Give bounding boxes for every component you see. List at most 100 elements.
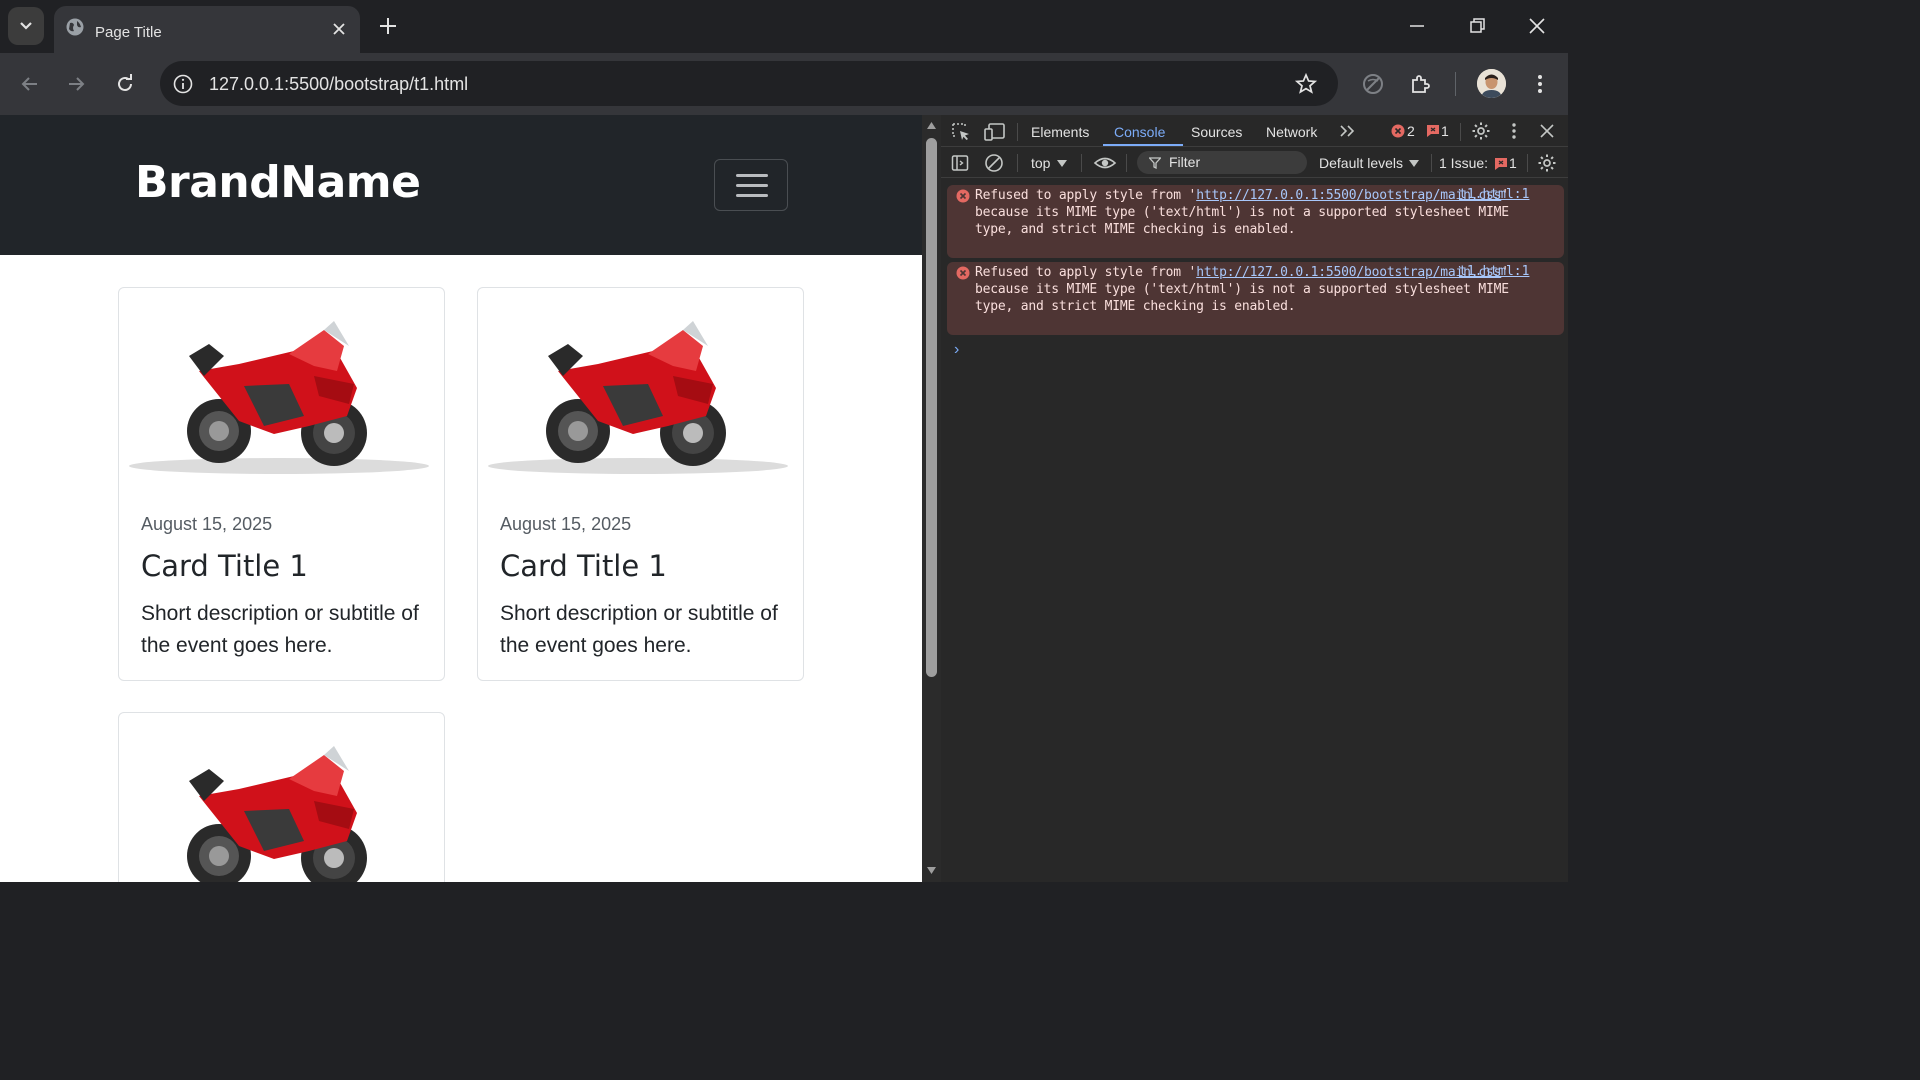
more-tabs-chevron-icon[interactable] — [1339, 124, 1355, 138]
issue-count-badge[interactable]: 1 — [1441, 123, 1449, 139]
issues-count[interactable]: 1 — [1509, 155, 1517, 171]
card-title: Card Title 1 — [141, 549, 308, 583]
toolbar-divider — [1431, 154, 1432, 172]
hamburger-line — [736, 184, 768, 187]
tab-search-button[interactable] — [8, 7, 44, 45]
extensions-puzzle-icon[interactable] — [1409, 72, 1433, 96]
extension-blocked-icon[interactable] — [1361, 72, 1385, 96]
error-text-prefix: Refused to apply style from ' — [975, 188, 1197, 203]
toolbar-divider — [1081, 154, 1082, 172]
issue-flag-icon[interactable] — [1495, 158, 1507, 170]
tab-elements[interactable]: Elements — [1031, 124, 1089, 140]
brand-logo[interactable]: BrandName — [135, 157, 421, 208]
error-icon[interactable] — [1391, 124, 1405, 138]
stylesheet-link[interactable]: http://127.0.0.1:5500/bootstrap/main.css — [1196, 188, 1501, 203]
card-description: Short description or subtitle of the eve… — [141, 602, 419, 657]
device-toolbar-icon[interactable] — [984, 122, 1006, 142]
toolbar-divider — [1126, 154, 1127, 172]
log-levels-dropdown[interactable]: Default levels — [1319, 155, 1403, 171]
context-selector[interactable]: top — [1031, 155, 1050, 171]
new-tab-icon[interactable] — [376, 14, 400, 38]
toolbar-divider — [1527, 154, 1528, 172]
forward-icon[interactable] — [64, 72, 88, 96]
motorcycle-image — [129, 321, 429, 474]
tab-sources[interactable]: Sources — [1191, 124, 1242, 140]
show-sidebar-icon[interactable] — [951, 154, 969, 172]
dropdown-arrow-icon[interactable] — [1409, 160, 1419, 167]
card-description: Short description or subtitle of the eve… — [500, 602, 778, 657]
tab-strip: Page Title — [0, 0, 1568, 53]
browser-toolbar: 127.0.0.1:5500/bootstrap/t1.html — [0, 53, 1568, 115]
filter-funnel-icon — [1149, 157, 1161, 169]
toolbar-divider — [1460, 123, 1461, 141]
browser-tab[interactable]: Page Title — [54, 6, 360, 53]
toolbar-divider — [1017, 123, 1018, 141]
back-icon[interactable] — [18, 72, 42, 96]
console-settings-gear-icon[interactable] — [1537, 153, 1557, 173]
event-card — [118, 712, 445, 882]
close-devtools-icon[interactable] — [1538, 122, 1556, 140]
url-text[interactable]: 127.0.0.1:5500/bootstrap/t1.html — [209, 74, 468, 95]
card-date: August 15, 2025 — [500, 514, 632, 534]
more-options-kebab-icon[interactable] — [1507, 121, 1521, 141]
stylesheet-link[interactable]: http://127.0.0.1:5500/bootstrap/main.css — [1196, 265, 1501, 280]
error-text-prefix: Refused to apply style from ' — [975, 265, 1197, 280]
event-card: August 15, 2025 Card Title 1 Short descr… — [477, 287, 804, 681]
inspect-element-icon[interactable] — [951, 122, 971, 142]
close-tab-icon[interactable] — [330, 20, 348, 38]
site-info-icon[interactable] — [172, 73, 194, 95]
error-text: Refused to apply style from 'http://127.… — [975, 187, 1535, 239]
settings-gear-icon[interactable] — [1471, 121, 1491, 141]
minimize-icon[interactable] — [1406, 14, 1428, 38]
console-prompt[interactable]: › — [954, 341, 959, 359]
scroll-down-arrow-icon[interactable] — [926, 866, 937, 876]
card-date: August 15, 2025 — [141, 514, 273, 534]
error-text: Refused to apply style from 'http://127.… — [975, 264, 1535, 316]
motorcycle-image — [488, 321, 788, 474]
toolbar-divider — [1455, 72, 1456, 96]
filter-placeholder: Filter — [1169, 154, 1201, 170]
tab-console[interactable]: Console — [1114, 124, 1165, 140]
profile-avatar[interactable] — [1477, 69, 1506, 98]
page-viewport: BrandName August 15, 2025 Card Title 1 S… — [0, 115, 922, 882]
source-location-link[interactable]: t1.html:1 — [1459, 187, 1529, 202]
restore-icon[interactable] — [1466, 14, 1488, 38]
console-error-message: Refused to apply style from 'http://127.… — [947, 185, 1564, 258]
event-card: August 15, 2025 Card Title 1 Short descr… — [118, 287, 445, 681]
close-window-icon[interactable] — [1526, 14, 1548, 38]
issue-flag-icon[interactable] — [1427, 125, 1439, 137]
scroll-up-arrow-icon[interactable] — [926, 120, 937, 130]
site-navbar: BrandName — [0, 115, 922, 255]
error-icon — [956, 189, 970, 203]
error-icon — [956, 266, 970, 280]
console-filter-input[interactable]: Filter — [1137, 151, 1307, 174]
error-count[interactable]: 2 — [1407, 123, 1415, 139]
menu-kebab-icon[interactable] — [1528, 72, 1552, 96]
reload-icon[interactable] — [113, 72, 137, 96]
address-bar[interactable]: 127.0.0.1:5500/bootstrap/t1.html — [160, 61, 1338, 106]
scroll-thumb[interactable] — [926, 138, 937, 677]
chevron-down-icon — [20, 22, 32, 30]
navbar-toggler-button[interactable] — [714, 159, 788, 211]
globe-icon — [66, 18, 84, 36]
console-error-message: Refused to apply style from 'http://127.… — [947, 262, 1564, 335]
source-location-link[interactable]: t1.html:1 — [1459, 264, 1529, 279]
console-toolbar: top Filter Default levels 1 Issue: 1 — [941, 148, 1568, 178]
devtools-panel: Elements Console Sources Network 2 1 top… — [941, 115, 1568, 882]
tab-network[interactable]: Network — [1266, 124, 1317, 140]
clear-console-icon[interactable] — [984, 153, 1004, 173]
page-scrollbar[interactable] — [922, 115, 941, 882]
bookmark-star-icon[interactable] — [1294, 72, 1318, 96]
active-tab-indicator — [1103, 144, 1183, 146]
live-expression-eye-icon[interactable] — [1093, 154, 1117, 172]
motorcycle-image — [187, 746, 367, 882]
card-title: Card Title 1 — [500, 549, 667, 583]
hamburger-line — [736, 174, 768, 177]
dropdown-arrow-icon[interactable] — [1057, 160, 1067, 167]
toolbar-divider — [1017, 154, 1018, 172]
issues-label[interactable]: 1 Issue: — [1439, 155, 1488, 171]
profile-picture — [1477, 69, 1506, 98]
devtools-tab-bar: Elements Console Sources Network 2 1 — [941, 115, 1568, 147]
hamburger-line — [736, 194, 768, 197]
tab-title: Page Title — [95, 24, 162, 41]
